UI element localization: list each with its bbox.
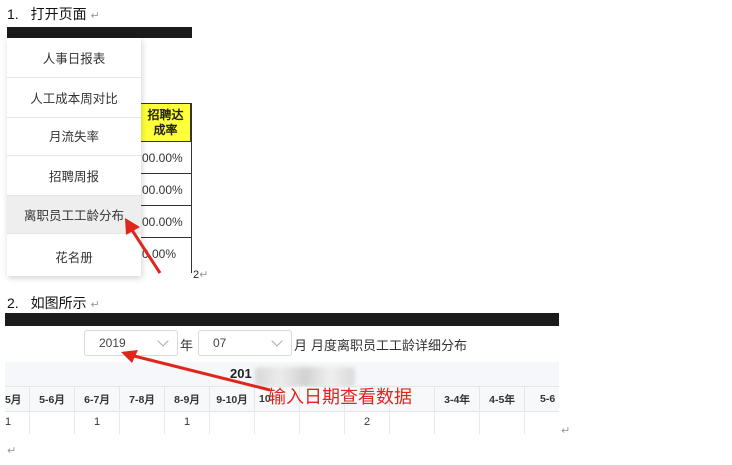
table-header-recruit-rate: 招聘达 成率: [141, 103, 191, 142]
annotation-text: 输入日期查看数据: [268, 387, 412, 407]
table-cell: [480, 410, 525, 434]
paragraph-mark-icon: ↵: [7, 445, 17, 457]
table-cell: [120, 410, 165, 434]
column-header: 3-4年: [435, 387, 480, 411]
step-title: 如图所示: [30, 295, 87, 311]
table-cell: 1: [165, 410, 210, 434]
table-cell: [30, 410, 75, 434]
table-cell: 1: [5, 410, 30, 434]
menu-item-recruit-weekly[interactable]: 招聘周报: [7, 156, 141, 196]
annotation-arrow-icon: [125, 218, 162, 274]
column-header: 6-7月: [75, 387, 120, 411]
step-2-heading: 2. 如图所示 ↵: [7, 293, 100, 313]
menu-item-labor-cost-weekly[interactable]: 人工成本周对比: [7, 78, 141, 118]
table-cell: [525, 410, 559, 434]
paragraph-mark-icon: ↵: [90, 299, 100, 311]
table-cell: 2: [345, 410, 390, 434]
chevron-down-icon: [271, 335, 283, 347]
step-number: 1.: [7, 6, 19, 22]
step-1-heading: 1. 打开页面 ↵: [7, 4, 100, 24]
menu-item-monthly-turnover[interactable]: 月流失率: [7, 116, 141, 156]
app-header-bar: [7, 27, 192, 38]
paragraph-mark-icon: ↵: [561, 425, 571, 437]
column-header: 5-6月: [30, 387, 75, 411]
table-cell: [300, 410, 345, 434]
paragraph-mark-icon: ↵: [90, 10, 100, 22]
table-cell: 00.00%: [141, 174, 191, 206]
overflow-digit: 2↵: [193, 269, 209, 281]
table-cell: 1: [75, 410, 120, 434]
month-label: 月: [294, 338, 308, 353]
menu-item-daily-hr-report[interactable]: 人事日报表: [7, 38, 141, 78]
column-header: 5月: [5, 387, 30, 411]
chevron-down-icon: [157, 335, 169, 347]
column-header: 4-5年: [480, 387, 525, 411]
table-cell: [390, 410, 435, 434]
table-cell: [435, 410, 480, 434]
step-title: 打开页面: [30, 6, 87, 22]
report-title: 月度离职员工工龄详细分布: [311, 338, 468, 353]
table-cell: 00.00%: [141, 142, 191, 174]
annotation-arrow-icon: [121, 350, 271, 392]
column-header: 5-6: [540, 393, 556, 405]
step-number: 2.: [7, 295, 19, 311]
table-cell: [255, 410, 300, 434]
table-cell: [210, 410, 255, 434]
app-header-bar: [5, 313, 559, 326]
